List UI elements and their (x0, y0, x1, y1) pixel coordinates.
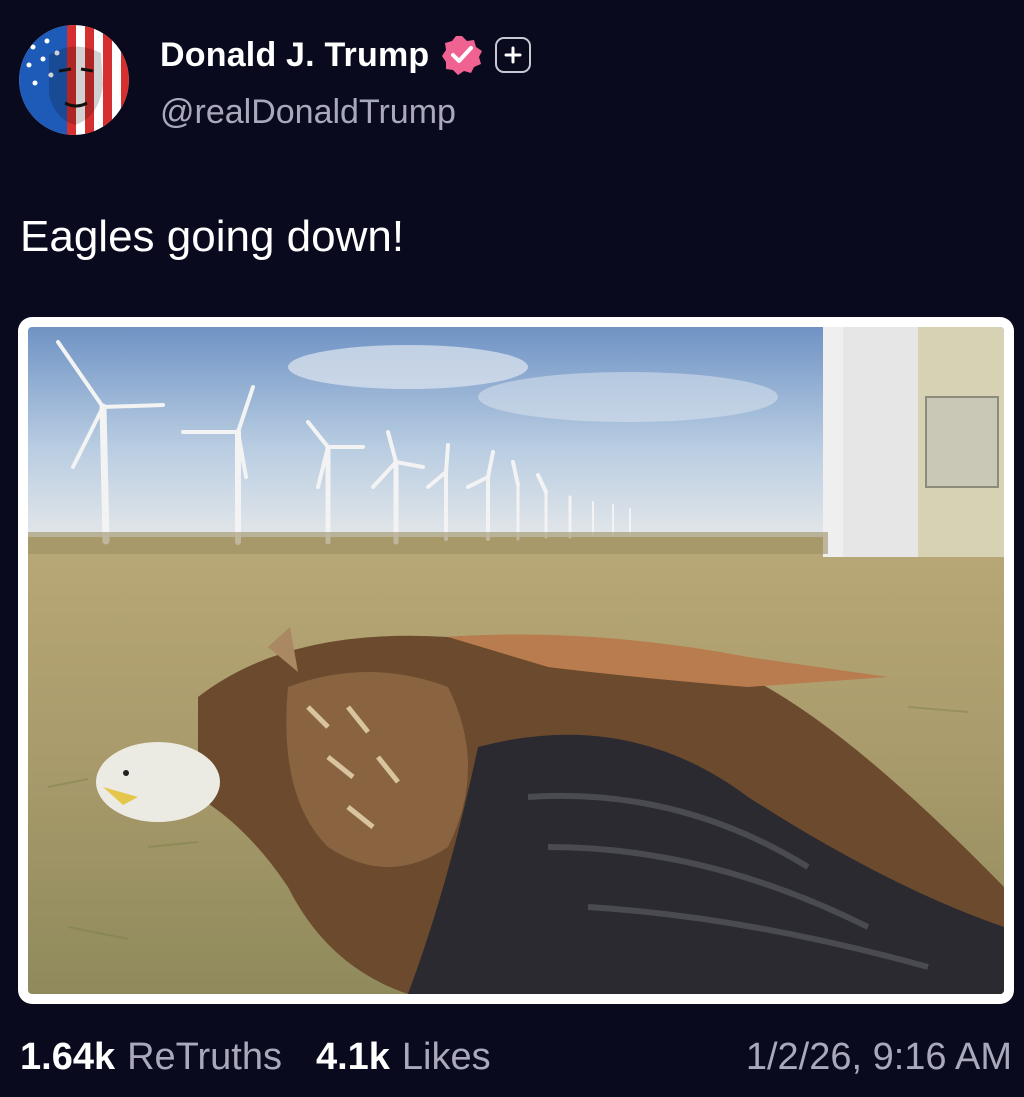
likes-stat[interactable]: 4.1k Likes (316, 1036, 491, 1079)
author-handle[interactable]: @realDonaldTrump (160, 93, 456, 132)
post-stats: 1.64k ReTruths 4.1k Likes (20, 1034, 491, 1080)
likes-label: Likes (401, 1035, 491, 1078)
verified-badge-icon (442, 36, 483, 75)
flag-portrait-avatar-icon (19, 25, 129, 135)
post-text: Eagles going down! (20, 212, 405, 261)
author-name-row: Donald J. Trump (160, 33, 532, 77)
author-avatar[interactable] (19, 25, 129, 135)
post-image[interactable] (18, 317, 1014, 1004)
dead-eagle-wind-turbines-photo-icon (28, 327, 1004, 994)
retruths-stat[interactable]: 1.64k ReTruths (20, 1036, 282, 1079)
retruths-count: 1.64k (20, 1035, 116, 1078)
author-display-name[interactable]: Donald J. Trump (160, 36, 429, 75)
retruths-label: ReTruths (127, 1035, 282, 1078)
plus-icon (504, 46, 522, 64)
follow-button[interactable] (495, 37, 532, 73)
post-timestamp[interactable]: 1/2/26, 9:16 AM (746, 1034, 1012, 1080)
likes-count: 4.1k (315, 1035, 390, 1078)
